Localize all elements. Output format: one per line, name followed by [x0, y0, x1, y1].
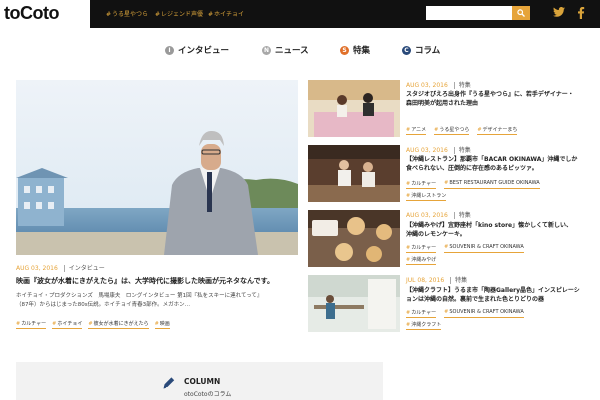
header-nav-item-legend[interactable]: #レジェンド声優 [155, 9, 203, 18]
column-title[interactable]: COLUMN [184, 377, 220, 386]
tag[interactable]: #カルチャー [406, 244, 437, 253]
tag[interactable]: #BEST RESTAURANT GUIDE OKINAWA [444, 180, 540, 189]
tag[interactable]: #カルチャー [16, 320, 47, 329]
feature-icon: S [340, 45, 349, 55]
article-thumbnail[interactable] [308, 80, 400, 137]
news-icon: N [262, 45, 271, 55]
header-nav-item-hoichoi[interactable]: #ホイチョイ [208, 9, 244, 18]
tag[interactable]: #カルチャー [406, 180, 437, 189]
search-input[interactable] [426, 6, 512, 20]
tag[interactable]: #ホイチョイ [52, 320, 83, 329]
tag[interactable]: #アニメ [406, 126, 427, 135]
nav-tab-feature[interactable]: S 特集 [340, 44, 370, 56]
facebook-icon[interactable] [577, 7, 585, 19]
tag[interactable]: #デザイナーまち [477, 126, 518, 135]
nav-tab-news[interactable]: N ニュース [262, 44, 309, 56]
article-tags: #カルチャー #SOUVENIR & CRAFT OKINAWA [406, 309, 524, 318]
featured-image[interactable] [16, 80, 298, 255]
featured-tags: #カルチャー #ホイチョイ #彼女が水着にきがえたら #映画 [16, 320, 170, 329]
twitter-icon[interactable] [553, 7, 565, 17]
column-subtitle: otoCotoのコラム [184, 391, 232, 398]
featured-meta: AUG 03, 2016 インタビュー [16, 263, 105, 272]
column-icon: C [402, 45, 411, 55]
tag[interactable]: #映画 [154, 320, 170, 329]
site-logo[interactable]: toCoto [0, 0, 90, 28]
tag[interactable]: #SOUVENIR & CRAFT OKINAWA [444, 309, 524, 318]
article-title[interactable]: 【沖縄みやげ】宜野座村「kino store」懐かしくて新しい、 沖縄のレモンケー… [406, 221, 600, 239]
header-nav-item-urusei[interactable]: #うる星やつら [106, 9, 148, 18]
featured-excerpt: ホイチョイ・プロダクションズ 馬場康夫 ロングインタビュー 第1回『私をスキーに… [16, 293, 263, 308]
hash-icon: # [208, 11, 214, 18]
tag[interactable]: #うる星やつら [434, 126, 470, 135]
article-tags: #沖縄みやげ [406, 256, 437, 265]
site-header: toCoto #うる星やつら #レジェンド声優 #ホイチョイ [0, 0, 600, 28]
tag[interactable]: #沖縄みやげ [406, 256, 437, 265]
tag[interactable]: #彼女が水着にきがえたら [88, 320, 149, 329]
tag[interactable]: #沖縄クラフト [406, 321, 442, 330]
article-tags: #アニメ #うる星やつら #デザイナーまち [406, 126, 518, 135]
pencil-icon [163, 377, 175, 389]
search-icon [517, 9, 525, 17]
article-meta: AUG 03, 2016 特集 [406, 147, 471, 154]
nav-tab-interview[interactable]: I インタビュー [165, 44, 229, 56]
tag[interactable]: #沖縄レストラン [406, 192, 447, 201]
search-button[interactable] [512, 6, 530, 20]
article-thumbnail[interactable] [308, 145, 400, 202]
article-thumbnail[interactable] [308, 210, 400, 267]
article-tags: #カルチャー #BEST RESTAURANT GUIDE OKINAWA [406, 180, 540, 189]
article-title[interactable]: 【沖縄レストラン】那覇市「BACAR OKINAWA」沖縄でしか 食べられない、圧… [406, 155, 600, 173]
article-meta: JUL 08, 2016 特集 [406, 277, 468, 284]
tag[interactable]: #SOUVENIR & CRAFT OKINAWA [444, 244, 524, 253]
featured-title[interactable]: 映画『波女が水着にきがえたら』は、大学時代に撮影した映画が元ネタなんです。 [16, 276, 306, 286]
nav-tab-column[interactable]: C コラム [402, 44, 440, 56]
article-meta: AUG 03, 2016 特集 [406, 212, 471, 219]
article-title[interactable]: 【沖縄クラフト】うるま市「陶器Gallery晶色」インスピレーシ ョンは沖縄の自然… [406, 286, 600, 304]
article-tags: #沖縄クラフト [406, 321, 442, 330]
article-tags: #カルチャー #SOUVENIR & CRAFT OKINAWA [406, 244, 524, 253]
hash-icon: # [106, 11, 112, 18]
article-meta: AUG 03, 2016 特集 [406, 82, 471, 89]
article-thumbnail[interactable] [308, 275, 400, 332]
interview-icon: I [165, 45, 174, 55]
article-title[interactable]: スタジオぴえろ出身作『うる星やつら』に、若手デザイナー・ 森田明美が起用された理由 [406, 90, 600, 108]
hash-icon: # [155, 11, 161, 18]
tag[interactable]: #カルチャー [406, 309, 437, 318]
featured-category[interactable]: インタビュー [63, 265, 105, 272]
featured-date: AUG 03, 2016 [16, 265, 58, 272]
article-tags: #沖縄レストラン [406, 192, 447, 201]
